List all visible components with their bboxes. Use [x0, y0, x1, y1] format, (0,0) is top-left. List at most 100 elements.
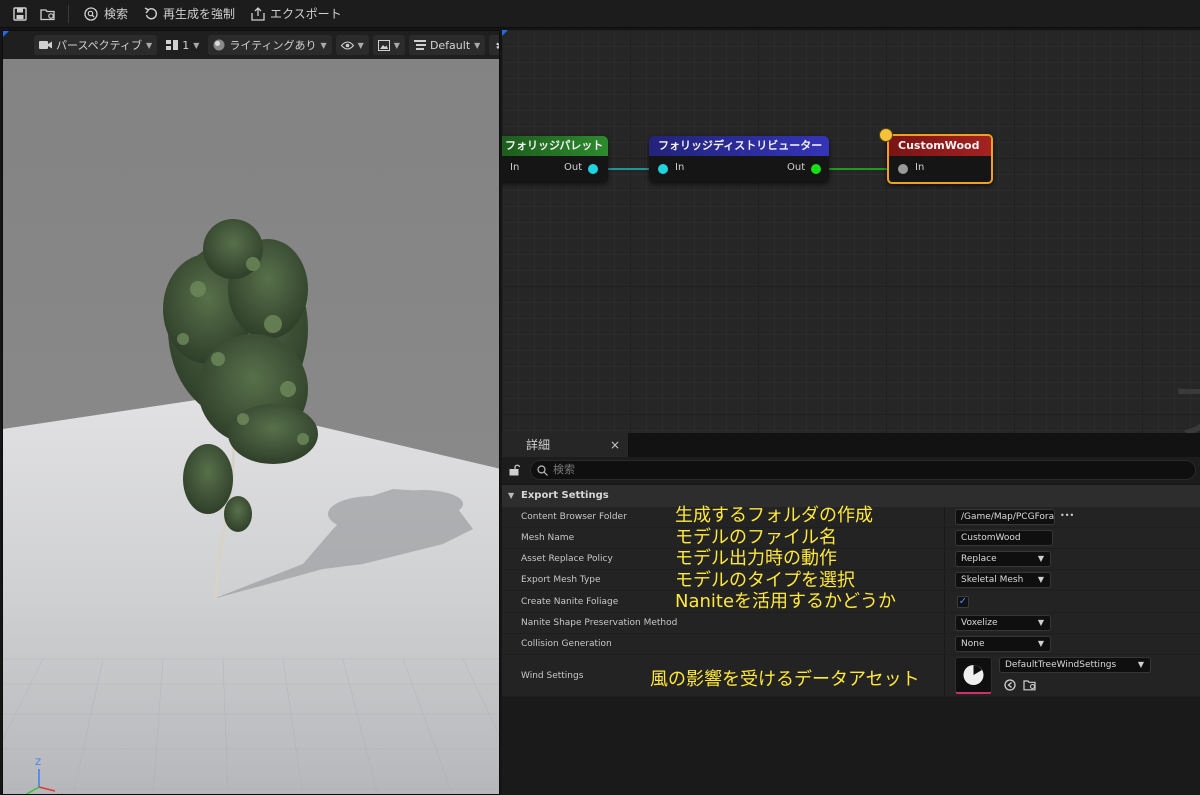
collision-generation-dropdown[interactable]: None ▼: [955, 636, 1051, 652]
screenshot-dropdown[interactable]: ▼: [372, 35, 405, 55]
browse-folder-icon[interactable]: [34, 0, 62, 28]
browse-to-asset-icon[interactable]: [1023, 679, 1037, 691]
prop-divider: [944, 507, 945, 527]
export-mesh-type-dropdown[interactable]: Skeletal Mesh ▼: [955, 572, 1051, 588]
lock-icon[interactable]: [509, 464, 520, 476]
prop-label: Collision Generation: [521, 639, 612, 649]
search-button[interactable]: 検索: [75, 0, 136, 28]
chevron-down-icon: ▼: [193, 40, 200, 50]
dropdown-value: Voxelize: [961, 618, 998, 628]
chevron-down-icon: ▼: [1037, 575, 1044, 584]
annotation-nanite: Naniteを活用するかどうか: [675, 591, 897, 612]
lit-sphere-icon: [213, 39, 225, 51]
node-foliage-palette[interactable]: フォリッジパレット In Out: [502, 136, 608, 182]
node-pins: In Out: [502, 156, 608, 182]
dropdown-value: None: [961, 639, 985, 649]
search-icon: [537, 465, 548, 476]
level-viewport[interactable]: パースペクティブ ▼ 1 ▼ ライティングあり ▼ ▼ ▼ Default ▼: [2, 30, 500, 795]
prop-collision-generation: Collision Generation None ▼: [502, 634, 1200, 655]
gear-icon: [496, 41, 499, 49]
more-options-icon[interactable]: •••: [1060, 511, 1074, 520]
viewport-layout-dropdown[interactable]: 1 ▼: [161, 35, 204, 55]
prop-divider: [944, 570, 945, 590]
scalability-label: Default: [429, 38, 471, 52]
tab-details-label: 詳細: [526, 438, 551, 452]
nanite-shape-preservation-dropdown[interactable]: Voxelize ▼: [955, 615, 1051, 631]
details-search-row: 検索: [502, 457, 1200, 483]
graph-watermark: プ: [1170, 360, 1200, 433]
prop-label: Mesh Name: [521, 533, 575, 543]
wind-settings-asset-picker[interactable]: DefaultTreeWindSettings ▼: [999, 657, 1151, 673]
layout-icon: [166, 40, 179, 50]
main-toolbar: 検索 再生成を強制 エクスポート: [0, 0, 1200, 28]
lighting-mode-dropdown[interactable]: ライティングあり ▼: [208, 35, 332, 55]
prop-mesh-name: Mesh Name CustomWood: [502, 528, 1200, 549]
search-placeholder: 検索: [553, 463, 575, 476]
perspective-dropdown[interactable]: パースペクティブ ▼: [34, 35, 158, 55]
node-foliage-distributor[interactable]: フォリッジディストリビューター In Out: [649, 136, 829, 182]
dropdown-value: Replace: [961, 554, 997, 564]
chevron-down-icon: ▼: [393, 40, 400, 50]
tab-details[interactable]: 詳細 ×: [502, 433, 628, 457]
chevron-down-icon: ▼: [474, 40, 481, 50]
viewport-corner-marker: [3, 31, 9, 37]
collapse-triangle-icon: ▼: [508, 491, 515, 500]
node-customwood[interactable]: CustomWood In: [887, 134, 993, 184]
image-icon: [377, 39, 390, 51]
eye-icon: [340, 40, 354, 50]
dropdown-value: DefaultTreeWindSettings: [1005, 660, 1117, 670]
prop-label: Asset Replace Policy: [521, 554, 613, 564]
prop-label: Nanite Shape Preservation Method: [521, 618, 678, 628]
out-pin-label: Out: [787, 162, 806, 173]
pcg-graph-editor[interactable]: フォリッジパレット In Out フォリッジディストリビューター In Out …: [502, 30, 1200, 433]
wind-asset-thumbnail[interactable]: [955, 657, 992, 694]
node-title: フォリッジパレット: [502, 136, 608, 156]
prop-label: Create Nanite Foliage: [521, 597, 619, 607]
axis-label-z: Z: [35, 758, 41, 768]
camera-icon: [39, 41, 52, 49]
out-pin[interactable]: [588, 164, 598, 174]
content-browser-folder-field[interactable]: /Game/Map/PCGForage: [955, 509, 1055, 525]
show-flags-dropdown[interactable]: ▼: [335, 35, 369, 55]
debug-marker-dot[interactable]: [879, 128, 893, 142]
in-pin-label: In: [915, 162, 925, 173]
export-button[interactable]: エクスポート: [243, 0, 350, 28]
chevron-down-icon: ▼: [1137, 660, 1144, 669]
chevron-down-icon: ▼: [146, 40, 153, 50]
chevron-down-icon: ▼: [1037, 639, 1044, 648]
mesh-name-field[interactable]: CustomWood: [955, 530, 1053, 546]
data-asset-pie-icon: [963, 665, 984, 685]
in-pin[interactable]: [658, 164, 668, 174]
save-icon[interactable]: [6, 0, 34, 28]
perspective-label: パースペクティブ: [56, 39, 143, 52]
asset-replace-policy-dropdown[interactable]: Replace ▼: [955, 551, 1051, 567]
create-nanite-foliage-checkbox[interactable]: ✓: [957, 596, 969, 608]
node-pins: In: [889, 156, 991, 182]
prop-nanite-shape-preservation: Nanite Shape Preservation Method Voxeliz…: [502, 613, 1200, 634]
lighting-label: ライティングあり: [229, 39, 317, 52]
in-pin-label: In: [675, 162, 685, 173]
prop-divider: [944, 528, 945, 548]
force-regenerate-button[interactable]: 再生成を強制: [136, 0, 243, 28]
out-pin[interactable]: [811, 164, 821, 174]
viewport-scene: Z X: [3, 59, 499, 794]
toolbar-divider: [68, 4, 69, 23]
in-pin-label: In: [510, 162, 520, 173]
details-tab-bar: 詳細 ×: [502, 433, 1200, 457]
viewport-options-dropdown[interactable]: ▼: [489, 35, 499, 55]
details-search-input[interactable]: 検索: [530, 460, 1196, 480]
use-selected-arrow-icon[interactable]: [1004, 679, 1016, 691]
scalability-dropdown[interactable]: Default ▼: [408, 35, 486, 55]
in-pin[interactable]: [898, 164, 908, 174]
undo-arrow-icon: [144, 6, 158, 19]
search-icon: [84, 6, 98, 21]
prop-divider: [944, 591, 945, 612]
layout-count: 1: [182, 38, 190, 52]
prop-label: Wind Settings: [521, 671, 584, 681]
close-icon[interactable]: ×: [610, 433, 620, 457]
chevron-down-icon: ▼: [1037, 554, 1044, 563]
annotation-wind: 風の影響を受けるデータアセット: [650, 669, 920, 690]
details-panel: 詳細 × 検索 ▼ Export Settings Content Browse…: [502, 433, 1200, 795]
dropdown-value: Skeletal Mesh: [961, 575, 1024, 585]
settings-list-icon: [413, 40, 426, 50]
